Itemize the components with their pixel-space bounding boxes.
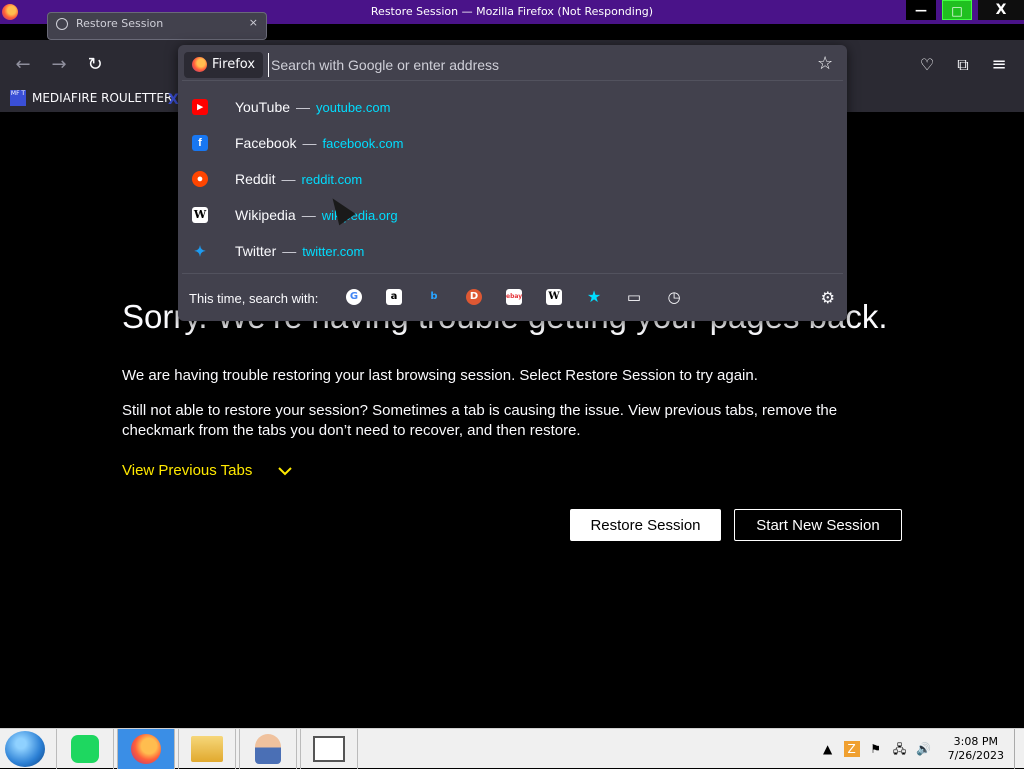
view-previous-tabs-toggle[interactable]: View Previous Tabs — [122, 462, 293, 479]
url-bar: Firefox ☆ — [182, 49, 843, 81]
suggestion-title: Wikipedia — [235, 207, 296, 223]
show-desktop-button[interactable] — [1014, 729, 1024, 769]
suggestion-separator: — — [296, 99, 311, 115]
maximize-button[interactable]: □ — [942, 0, 972, 20]
network-icon[interactable]: 🖧 — [892, 741, 908, 757]
menu-icon[interactable]: ≡ — [988, 54, 1010, 76]
suggestion-url: youtube.com — [316, 99, 391, 115]
suggestion-url: facebook.com — [322, 135, 404, 151]
help-text: Still not able to restore your session? … — [122, 402, 838, 439]
tab-favicon-icon — [56, 18, 68, 30]
divider — [182, 273, 843, 274]
suggestion-wikipedia[interactable]: W Wikipedia — wikipedia.org — [182, 197, 843, 233]
suggestion-facebook[interactable]: f Facebook — facebook.com — [182, 125, 843, 161]
suggestion-title: Twitter — [235, 243, 277, 259]
tab-label: Restore Session — [76, 17, 164, 30]
bookmarks-icon[interactable]: ★ — [586, 289, 602, 305]
start-button[interactable] — [5, 731, 45, 767]
wikipedia-icon[interactable]: W — [546, 289, 562, 305]
back-icon[interactable]: ← — [12, 54, 34, 76]
suggestion-url: reddit.com — [301, 171, 363, 187]
suggestion-twitter[interactable]: ✦ Twitter — twitter.com — [182, 233, 843, 269]
search-with-label: This time, search with: — [189, 290, 319, 306]
bookmark-item[interactable]: MF T MEDIAFIRE ROULETTER — [10, 90, 172, 106]
tab-restore-session[interactable]: Restore Session × — [47, 12, 267, 40]
suggestion-separator: — — [281, 171, 296, 187]
minimize-button[interactable]: — — [906, 0, 936, 20]
taskbar-file-explorer[interactable] — [178, 729, 236, 769]
bing-icon[interactable]: b — [426, 289, 442, 305]
search-settings-gear-icon[interactable]: ⚙ — [821, 288, 835, 307]
bookmark-label: MEDIAFIRE ROULETTER — [32, 91, 173, 105]
tray-overflow-icon[interactable]: ▲ — [820, 741, 836, 757]
spotify-icon — [71, 735, 99, 763]
forward-icon[interactable]: → — [48, 54, 70, 76]
amazon-icon[interactable]: a — [386, 289, 402, 305]
suggestion-title: Reddit — [235, 171, 276, 187]
tabs-icon[interactable]: ▭ — [626, 289, 642, 305]
facebook-icon: f — [192, 135, 208, 151]
twitter-icon: ✦ — [194, 243, 206, 259]
description-text: We are having trouble restoring your las… — [122, 367, 758, 384]
extensions-icon[interactable]: ⧉ — [952, 54, 974, 76]
reload-icon[interactable]: ↻ — [84, 54, 106, 76]
tray-app-icon[interactable]: Z — [843, 741, 860, 757]
view-previous-tabs-label: View Previous Tabs — [122, 462, 253, 479]
suggestion-reddit[interactable]: ● Reddit — reddit.com — [182, 161, 843, 197]
taskbar: ▲ Z ⚑ 🖧 🔊 3:08 PM 7/26/2023 — [0, 728, 1024, 769]
restore-session-button[interactable]: Restore Session — [570, 509, 721, 541]
start-new-session-button[interactable]: Start New Session — [734, 509, 902, 541]
suggestion-url: twitter.com — [302, 243, 365, 259]
document-icon — [313, 736, 345, 762]
address-input[interactable] — [268, 53, 808, 77]
history-icon[interactable]: ◷ — [666, 289, 682, 305]
mediafire-icon: MF T — [10, 90, 26, 106]
suggestion-youtube[interactable]: ▸ YouTube — youtube.com — [182, 89, 843, 125]
firefox-icon — [131, 734, 161, 764]
wikipedia-icon: W — [192, 207, 208, 223]
user-icon — [255, 734, 281, 764]
one-off-search-engines: G a b D ebay W ★ ▭ ◷ — [346, 289, 706, 305]
window-controls: — □ X — [900, 0, 1024, 20]
system-tray: ▲ Z ⚑ 🖧 🔊 3:08 PM 7/26/2023 — [820, 729, 1024, 769]
clock-time: 3:08 PM — [953, 735, 998, 748]
close-window-button[interactable]: X — [978, 0, 1024, 20]
chevron-down-icon — [278, 466, 293, 475]
taskbar-spotify[interactable] — [56, 729, 114, 769]
youtube-icon: ▸ — [192, 99, 208, 115]
action-center-flag-icon[interactable]: ⚑ — [868, 741, 884, 757]
clock[interactable]: 3:08 PM 7/26/2023 — [948, 735, 1004, 763]
taskbar-firefox[interactable] — [117, 729, 175, 769]
taskbar-document-app[interactable] — [300, 729, 358, 769]
bookmark-star-icon[interactable]: ☆ — [817, 55, 835, 73]
reddit-icon: ● — [192, 171, 208, 187]
search-engine-label: Firefox — [212, 57, 256, 72]
google-icon[interactable]: G — [346, 289, 362, 305]
suggestion-title: Facebook — [235, 135, 297, 151]
taskbar-user-app[interactable] — [239, 729, 297, 769]
clock-date: 7/26/2023 — [947, 749, 1004, 762]
duckduckgo-icon[interactable]: D — [466, 289, 482, 305]
suggestion-separator: — — [302, 135, 317, 151]
urlbar-dropdown: Firefox ☆ ▸ YouTube — youtube.com f Face… — [178, 45, 847, 321]
tab-close-icon[interactable]: × — [249, 16, 258, 29]
suggestion-separator: — — [282, 243, 297, 259]
folder-icon — [191, 736, 223, 762]
search-engine-chip[interactable]: Firefox — [184, 52, 264, 78]
suggestion-separator: — — [301, 207, 316, 223]
suggestion-title: YouTube — [235, 99, 291, 115]
ebay-icon[interactable]: ebay — [506, 289, 522, 305]
pocket-icon[interactable]: ♡ — [916, 54, 938, 76]
volume-icon[interactable]: 🔊 — [916, 741, 932, 757]
firefox-icon — [192, 57, 207, 72]
suggestion-list: ▸ YouTube — youtube.com f Facebook — fac… — [182, 89, 843, 269]
